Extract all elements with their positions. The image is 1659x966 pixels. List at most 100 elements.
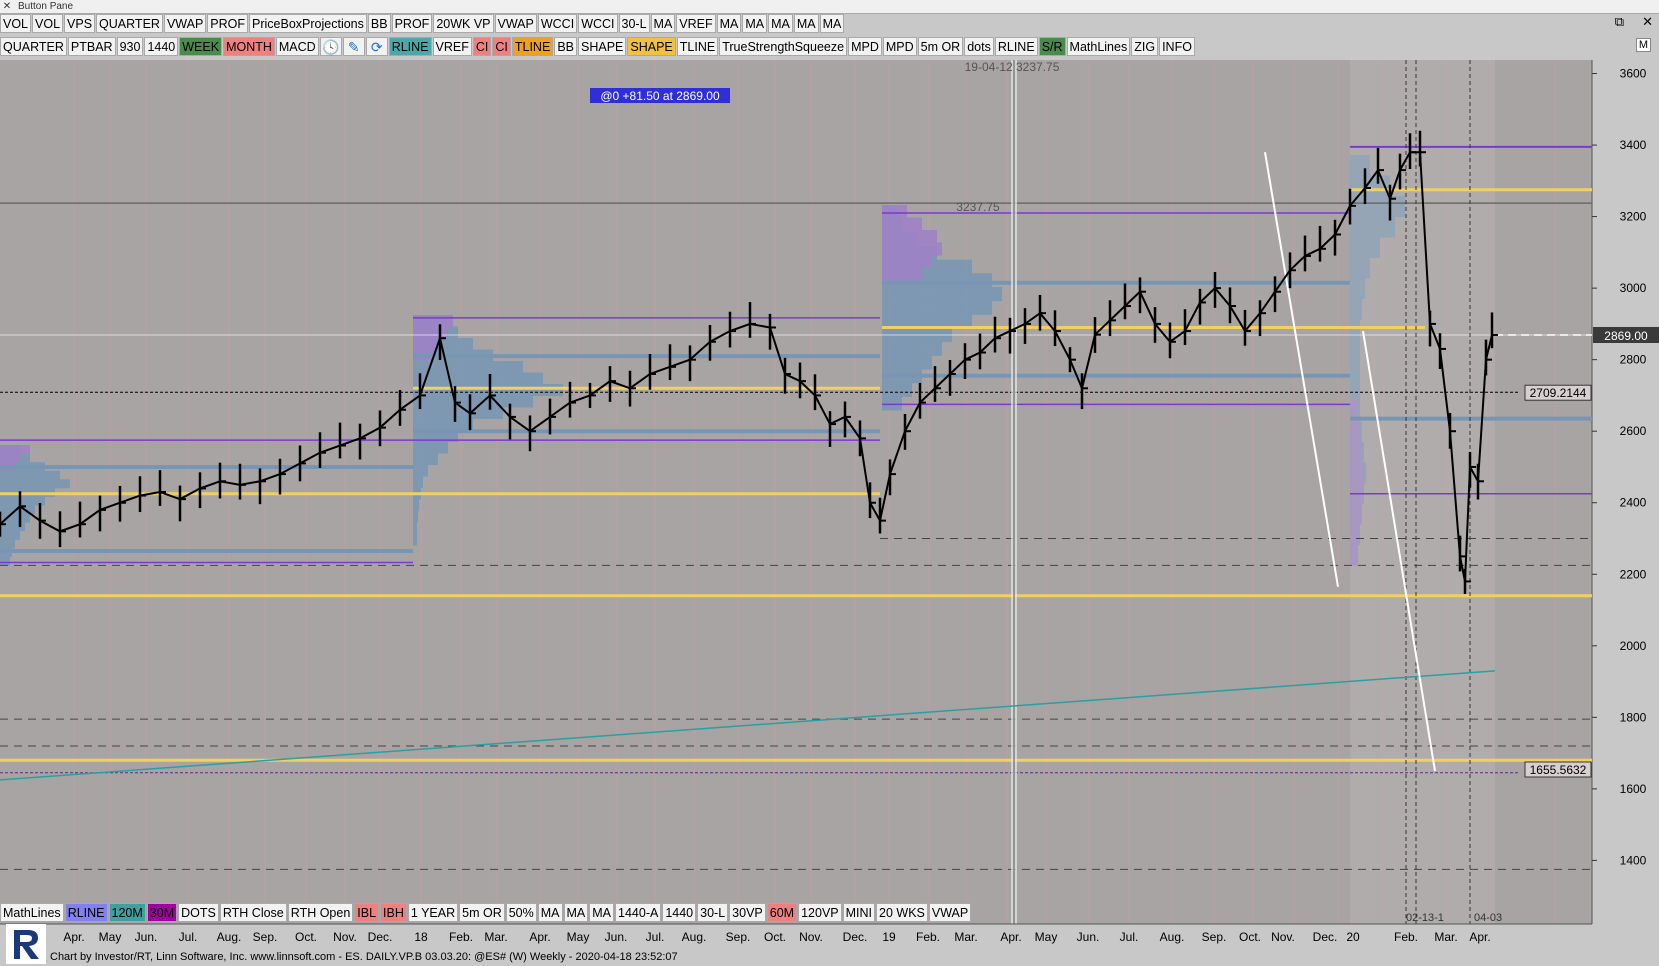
row3-ma-button[interactable]: MA [589,903,615,922]
price-axis-label: 2200 [1620,567,1647,581]
volume-profile-2019-upper [882,217,922,231]
row1-ma-button[interactable]: MA [793,14,819,33]
row1-vwap-button[interactable]: VWAP [163,14,207,33]
restore-icon[interactable]: ⧉ [1615,14,1624,30]
x-axis-label: Sep. [1202,930,1227,944]
row1-prof-button[interactable]: PROF [391,14,433,33]
row3-120m-button[interactable]: 120M [108,903,146,922]
volume-profile-2018 [413,453,438,465]
volume-profile-2018 [413,395,533,408]
row1-wcci-button[interactable]: WCCI [578,14,618,33]
row2-rline-button[interactable]: RLINE [994,37,1038,56]
volume-profile-2017-upper [0,445,30,454]
row2-month-button[interactable]: MONTH [223,37,275,56]
row3-1440-button[interactable]: 1440 [662,903,697,922]
row2-tline-button[interactable]: TLINE [676,37,719,56]
row3-mathlines-button[interactable]: MathLines [0,903,64,922]
row3-vwap-button[interactable]: VWAP [928,903,972,922]
row3-ibl-button[interactable]: IBL [354,903,380,922]
pencil-icon[interactable]: ✎ [342,37,365,56]
row1-prof-button[interactable]: PROF [207,14,249,33]
row3-ma-button[interactable]: MA [563,903,589,922]
close-icon[interactable]: ✕ [2,0,12,12]
row3-20-wks-button[interactable]: 20 WKS [876,903,928,922]
price-chart[interactable]: 3600 3400 3200 3000 2800 2600 2400 2200 2000 1800… [0,0,1659,966]
row2-5m-or-button[interactable]: 5m OR [917,37,964,56]
row3-ma-button[interactable]: MA [537,903,563,922]
row2-info-button[interactable]: INFO [1159,37,1195,56]
x-axis-label: 19 [882,930,896,944]
row2-truestrengthsqueeze-button[interactable]: TrueStrengthSqueeze [719,37,848,56]
row2-ci-button[interactable]: CI [472,37,492,56]
x-axis-label: Dec. [843,930,868,944]
x-axis-label: Apr. [1469,930,1490,944]
row1-vps-button[interactable]: VPS [64,14,96,33]
row1-vol-button[interactable]: VOL [32,14,64,33]
row3-60m-button[interactable]: 60M [766,903,798,922]
row2-week-button[interactable]: WEEK [179,37,223,56]
row3-rline-button[interactable]: RLINE [64,903,108,922]
row2-shape-button[interactable]: SHAPE [578,37,627,56]
row2-mpd-button[interactable]: MPD [882,37,917,56]
row2-tline-button[interactable]: TLINE [511,37,554,56]
row2-vref-button[interactable]: VREF [432,37,472,56]
row3-rth-open-button[interactable]: RTH Open [287,903,354,922]
row1-ma-button[interactable]: MA [819,14,845,33]
row3-5m-or-button[interactable]: 5m OR [459,903,505,922]
row3-rth-close-button[interactable]: RTH Close [219,903,287,922]
row2-dots-button[interactable]: dots [964,37,994,56]
row2-s-r-button[interactable]: S/R [1038,37,1066,56]
row2-1440-button[interactable]: 1440 [144,37,179,56]
event-date-label: 04-03 [1474,912,1502,924]
x-axis-label: May [567,930,590,944]
row2-quarter-button[interactable]: QUARTER [0,37,67,56]
level-label: 1655.5632 [1530,763,1587,777]
row1-ma-button[interactable]: MA [650,14,676,33]
x-axis-label: Apr. [529,930,550,944]
refresh-icon[interactable]: ⟳ [365,37,388,56]
row3-30-l-button[interactable]: 30-L [697,903,729,922]
row1-vol-button[interactable]: VOL [0,14,32,33]
row2-zig-button[interactable]: ZIG [1131,37,1159,56]
row1-ma-button[interactable]: MA [742,14,768,33]
row1-bb-button[interactable]: BB [367,14,391,33]
row2-mpd-button[interactable]: MPD [848,37,882,56]
x-axis-label: Oct. [295,930,317,944]
row1-30-l-button[interactable]: 30-L [618,14,650,33]
row1-vref-button[interactable]: VREF [676,14,716,33]
maximize-badge[interactable]: M [1635,38,1651,52]
row1-priceboxprojections-button[interactable]: PriceBoxProjections [249,14,367,33]
row1-ma-button[interactable]: MA [768,14,793,33]
row2-macd-button[interactable]: MACD [275,37,319,56]
row1-20wk-vp-button[interactable]: 20WK VP [433,14,494,33]
row2-mathlines-button[interactable]: MathLines [1066,37,1131,56]
volume-profile-2019-upper [882,230,937,243]
price-axis-label: 2600 [1620,424,1647,438]
price-axis-label: 2800 [1620,353,1647,367]
row1-vwap-button[interactable]: VWAP [494,14,537,33]
row3-30vp-button[interactable]: 30VP [729,903,766,922]
close-window-icon[interactable]: ✕ [1642,14,1653,30]
row3-ibh-button[interactable]: IBH [380,903,407,922]
row2-ptbar-button[interactable]: PTBAR [67,37,116,56]
row2-shape-button[interactable]: SHAPE [627,37,676,56]
row3-dots-button[interactable]: DOTS [178,903,219,922]
row3-1-year-button[interactable]: 1 YEAR [407,903,459,922]
toolbar-row-2: QUARTER PTBAR 930 1440 WEEK MONTH MACD 🕓 ✎ ⟳ RLINE… [0,37,1195,56]
info-box-label: @0 +81.50 at 2869.00 [600,89,720,103]
row1-wcci-button[interactable]: WCCI [537,14,578,33]
row2-rline-button[interactable]: RLINE [388,37,432,56]
row3-1440-a-button[interactable]: 1440-A [615,903,662,922]
row1-ma-button[interactable]: MA [716,14,742,33]
row2-bb-button[interactable]: BB [554,37,577,56]
row3-120vp-button[interactable]: 120VP [798,903,842,922]
row3-30m-button[interactable]: 30M [146,903,178,922]
clock-icon[interactable]: 🕓 [319,37,342,56]
row3-mini-button[interactable]: MINI [842,903,876,922]
volume-profile-2017 [0,539,15,549]
row2-ci-button[interactable]: CI [492,37,511,56]
row1-quarter-button[interactable]: QUARTER [96,14,163,33]
row2-930-button[interactable]: 930 [116,37,144,56]
row3-50-button[interactable]: 50% [505,903,537,922]
volume-profile-2018 [413,510,418,523]
